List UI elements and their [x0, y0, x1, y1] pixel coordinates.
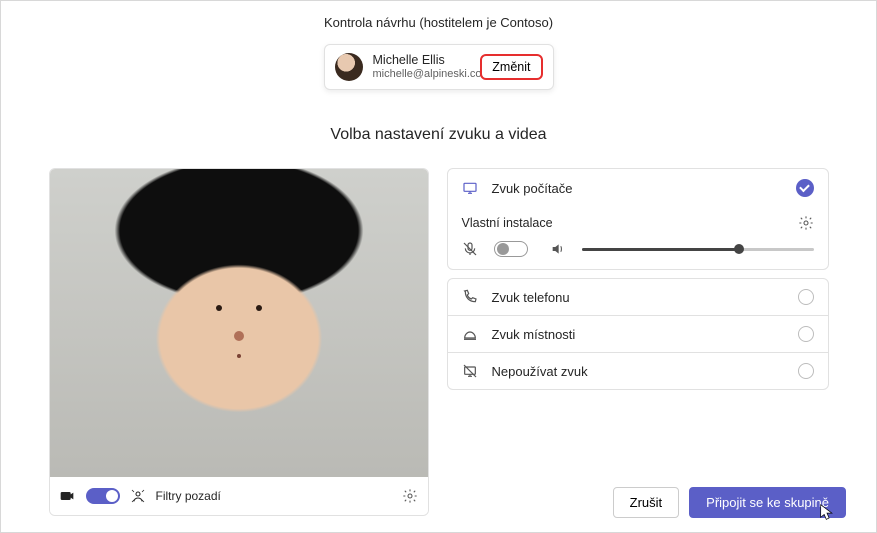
video-preview — [50, 169, 428, 477]
background-filters-button[interactable]: Filtry pozadí — [156, 489, 221, 503]
audio-option-room-radio[interactable] — [798, 326, 814, 342]
speaker-icon — [550, 241, 566, 257]
avatar — [335, 53, 363, 81]
video-settings-gear-icon[interactable] — [402, 488, 418, 504]
mic-muted-icon — [462, 241, 478, 257]
video-controls-bar: Filtry pozadí — [50, 477, 428, 515]
mic-toggle[interactable] — [494, 241, 528, 257]
audio-option-phone-radio[interactable] — [798, 289, 814, 305]
change-identity-button[interactable]: Změnit — [480, 54, 542, 80]
cursor-icon — [820, 504, 834, 522]
identity-email: michelle@alpineski.com — [373, 68, 471, 81]
audio-option-phone[interactable]: Zvuk telefonu — [448, 279, 828, 315]
identity-name: Michelle Ellis — [373, 53, 471, 68]
audio-option-none-label: Nepoužívat zvuk — [492, 364, 784, 379]
footer-actions: Zrušit Připojit se ke skupině — [613, 487, 846, 518]
audio-option-computer[interactable]: Zvuk počítače — [448, 169, 828, 207]
audio-options-panel: Zvuk počítače Vlastní instalace — [447, 168, 829, 516]
audio-option-computer-label: Zvuk počítače — [492, 181, 782, 196]
volume-slider[interactable] — [582, 248, 814, 251]
background-effects-icon — [130, 488, 146, 504]
audio-option-phone-label: Zvuk telefonu — [492, 290, 784, 305]
camera-icon — [60, 488, 76, 504]
cancel-button[interactable]: Zrušit — [613, 487, 680, 518]
av-settings-heading: Volba nastavení zvuku a videa — [330, 126, 546, 144]
custom-setup-label: Vlastní instalace — [462, 216, 784, 230]
identity-card: Michelle Ellis michelle@alpineski.com Zm… — [324, 44, 554, 90]
audio-option-none-radio[interactable] — [798, 363, 814, 379]
camera-toggle[interactable] — [86, 488, 120, 504]
no-audio-icon — [462, 363, 478, 379]
audio-option-room-label: Zvuk místnosti — [492, 327, 784, 342]
audio-option-none[interactable]: Nepoužívat zvuk — [448, 352, 828, 389]
meeting-title: Kontrola návrhu (hostitelem je Contoso) — [324, 15, 553, 30]
phone-icon — [462, 289, 478, 305]
audio-settings-gear-icon[interactable] — [798, 215, 814, 231]
audio-option-computer-radio[interactable] — [796, 179, 814, 197]
audio-computer-card: Zvuk počítače Vlastní instalace — [447, 168, 829, 270]
computer-audio-icon — [462, 180, 478, 196]
room-icon — [462, 326, 478, 342]
video-preview-panel: Filtry pozadí — [49, 168, 429, 516]
audio-option-room[interactable]: Zvuk místnosti — [448, 315, 828, 352]
